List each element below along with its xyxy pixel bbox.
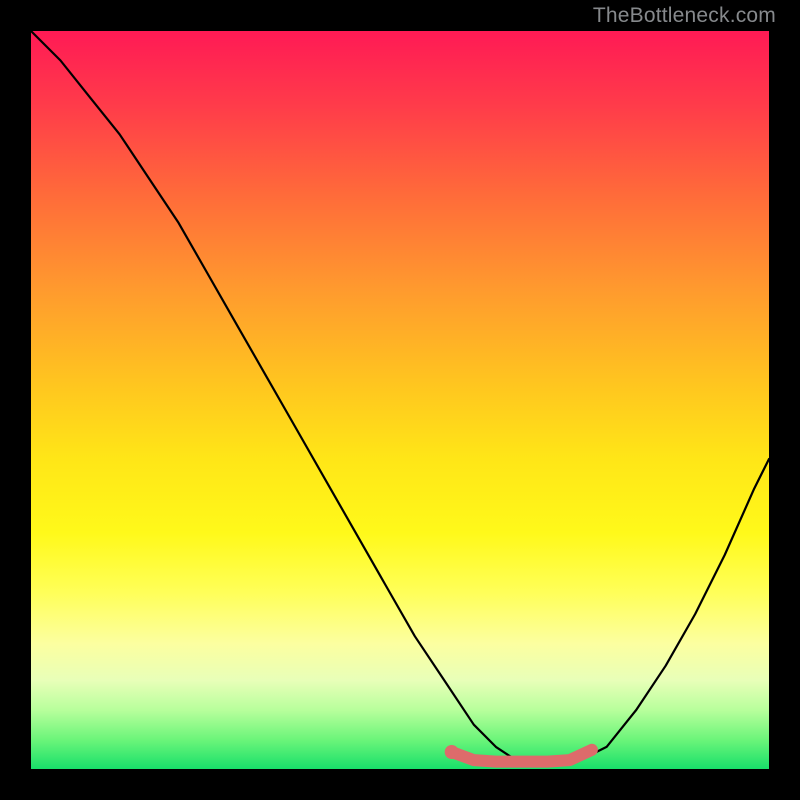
highlight-segment — [452, 750, 592, 762]
chart-frame: TheBottleneck.com — [0, 0, 800, 800]
plot-area — [31, 31, 769, 769]
highlight-start-dot — [445, 745, 459, 759]
watermark-text: TheBottleneck.com — [593, 4, 776, 28]
bottleneck-curve — [31, 31, 769, 762]
chart-svg — [31, 31, 769, 769]
